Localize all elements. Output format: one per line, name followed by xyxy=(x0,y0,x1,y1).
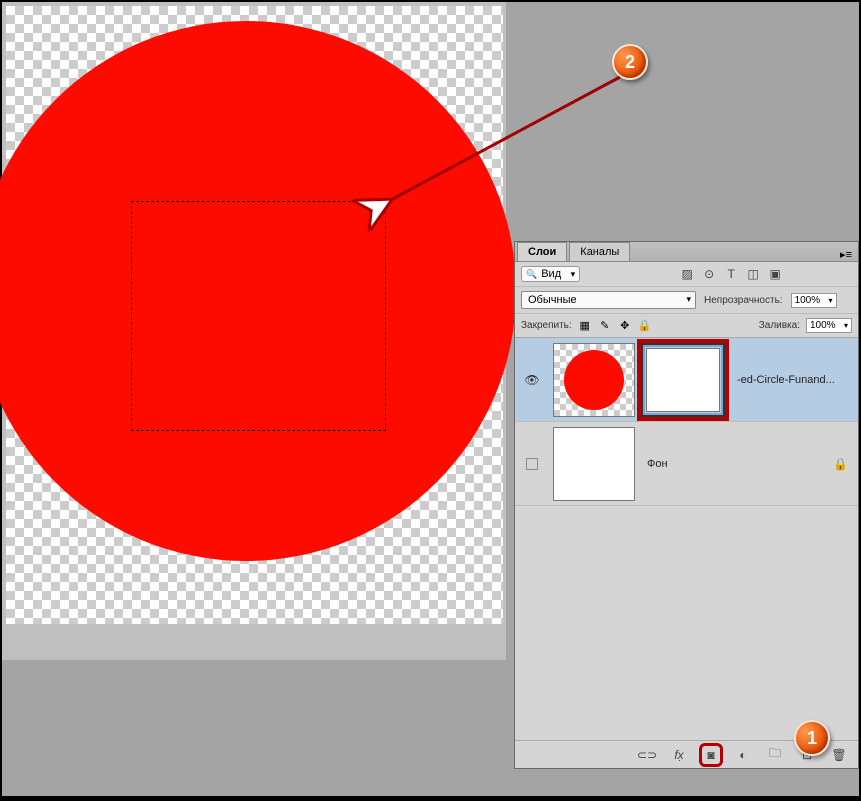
lock-all-icon[interactable]: 🔒 xyxy=(638,319,652,333)
panel-tabs: Слои Каналы ▸≡ xyxy=(515,242,858,262)
layer-thumbnail[interactable] xyxy=(553,343,635,417)
lock-position-icon[interactable]: ✥ xyxy=(618,319,632,333)
filter-kind-label: Вид xyxy=(541,268,561,280)
annotation-badge-2: 2 xyxy=(612,44,648,80)
fill-label: Заливка: xyxy=(759,320,800,331)
blend-opacity-row: Обычные Непрозрачность: 100% xyxy=(515,287,858,314)
selection-marquee[interactable] xyxy=(131,201,386,431)
lock-icon: 🔒 xyxy=(833,457,858,471)
visibility-toggle-bg[interactable] xyxy=(515,458,549,470)
filter-smart-icon[interactable]: ▣ xyxy=(768,267,782,281)
lock-pixels-icon[interactable]: ✎ xyxy=(598,319,612,333)
annotation-badge-1: 1 xyxy=(794,720,830,756)
app-frame: Слои Каналы ▸≡ Вид ▨ ⊙ T ◫ ▣ Обычные Неп… xyxy=(2,2,859,796)
layers-list: -ed-Circle-Funand... Фон 🔒 xyxy=(515,338,858,506)
opacity-input[interactable]: 100% xyxy=(791,293,837,308)
canvas-viewport xyxy=(2,2,506,660)
tab-channels[interactable]: Каналы xyxy=(569,242,630,261)
filter-adjust-icon[interactable]: ⊙ xyxy=(702,267,716,281)
eye-icon xyxy=(524,373,539,387)
filter-kind-select[interactable]: Вид xyxy=(521,266,580,282)
lock-label: Закрепить: xyxy=(521,320,572,331)
opacity-label: Непрозрачность: xyxy=(704,295,783,306)
layer-row-circle[interactable]: -ed-Circle-Funand... xyxy=(515,338,858,422)
lock-fill-row: Закрепить: ▦ ✎ ✥ 🔒 Заливка: 100% xyxy=(515,314,858,338)
group-icon[interactable]: 🗀 xyxy=(766,746,784,764)
mask-thumbnail xyxy=(646,348,720,412)
delete-layer-icon[interactable]: 🗑 xyxy=(830,746,848,764)
visibility-unchecked-icon xyxy=(526,458,538,470)
canvas-checkerboard[interactable] xyxy=(6,6,503,624)
filter-type-icon[interactable]: T xyxy=(724,267,738,281)
link-layers-icon[interactable]: ⊂⊃ xyxy=(638,746,656,764)
add-mask-button[interactable]: ◙ xyxy=(702,746,720,764)
layer-thumbnail-bg[interactable] xyxy=(553,427,635,501)
layer-filter-row: Вид ▨ ⊙ T ◫ ▣ xyxy=(515,262,858,287)
filter-type-icons: ▨ ⊙ T ◫ ▣ xyxy=(680,267,782,281)
search-icon xyxy=(526,268,537,280)
visibility-toggle[interactable] xyxy=(515,373,549,387)
tab-layers[interactable]: Слои xyxy=(517,242,567,261)
layers-panel: Слои Каналы ▸≡ Вид ▨ ⊙ T ◫ ▣ Обычные Неп… xyxy=(514,241,859,769)
fill-input[interactable]: 100% xyxy=(806,318,852,333)
lock-transparency-icon[interactable]: ▦ xyxy=(578,319,592,333)
mask-thumbnail-highlighted[interactable] xyxy=(641,343,725,417)
filter-image-icon[interactable]: ▨ xyxy=(680,267,694,281)
adjustment-layer-icon[interactable]: ◐ xyxy=(734,746,752,764)
layer-style-icon[interactable]: fx̣ xyxy=(670,746,688,764)
layer-row-background[interactable]: Фон 🔒 xyxy=(515,422,858,506)
panel-menu-icon[interactable]: ▸≡ xyxy=(834,248,858,261)
blend-mode-select[interactable]: Обычные xyxy=(521,291,696,309)
layer-name-bg[interactable]: Фон xyxy=(639,458,833,470)
layer-name-label[interactable]: -ed-Circle-Funand... xyxy=(729,374,858,386)
filter-shape-icon[interactable]: ◫ xyxy=(746,267,760,281)
